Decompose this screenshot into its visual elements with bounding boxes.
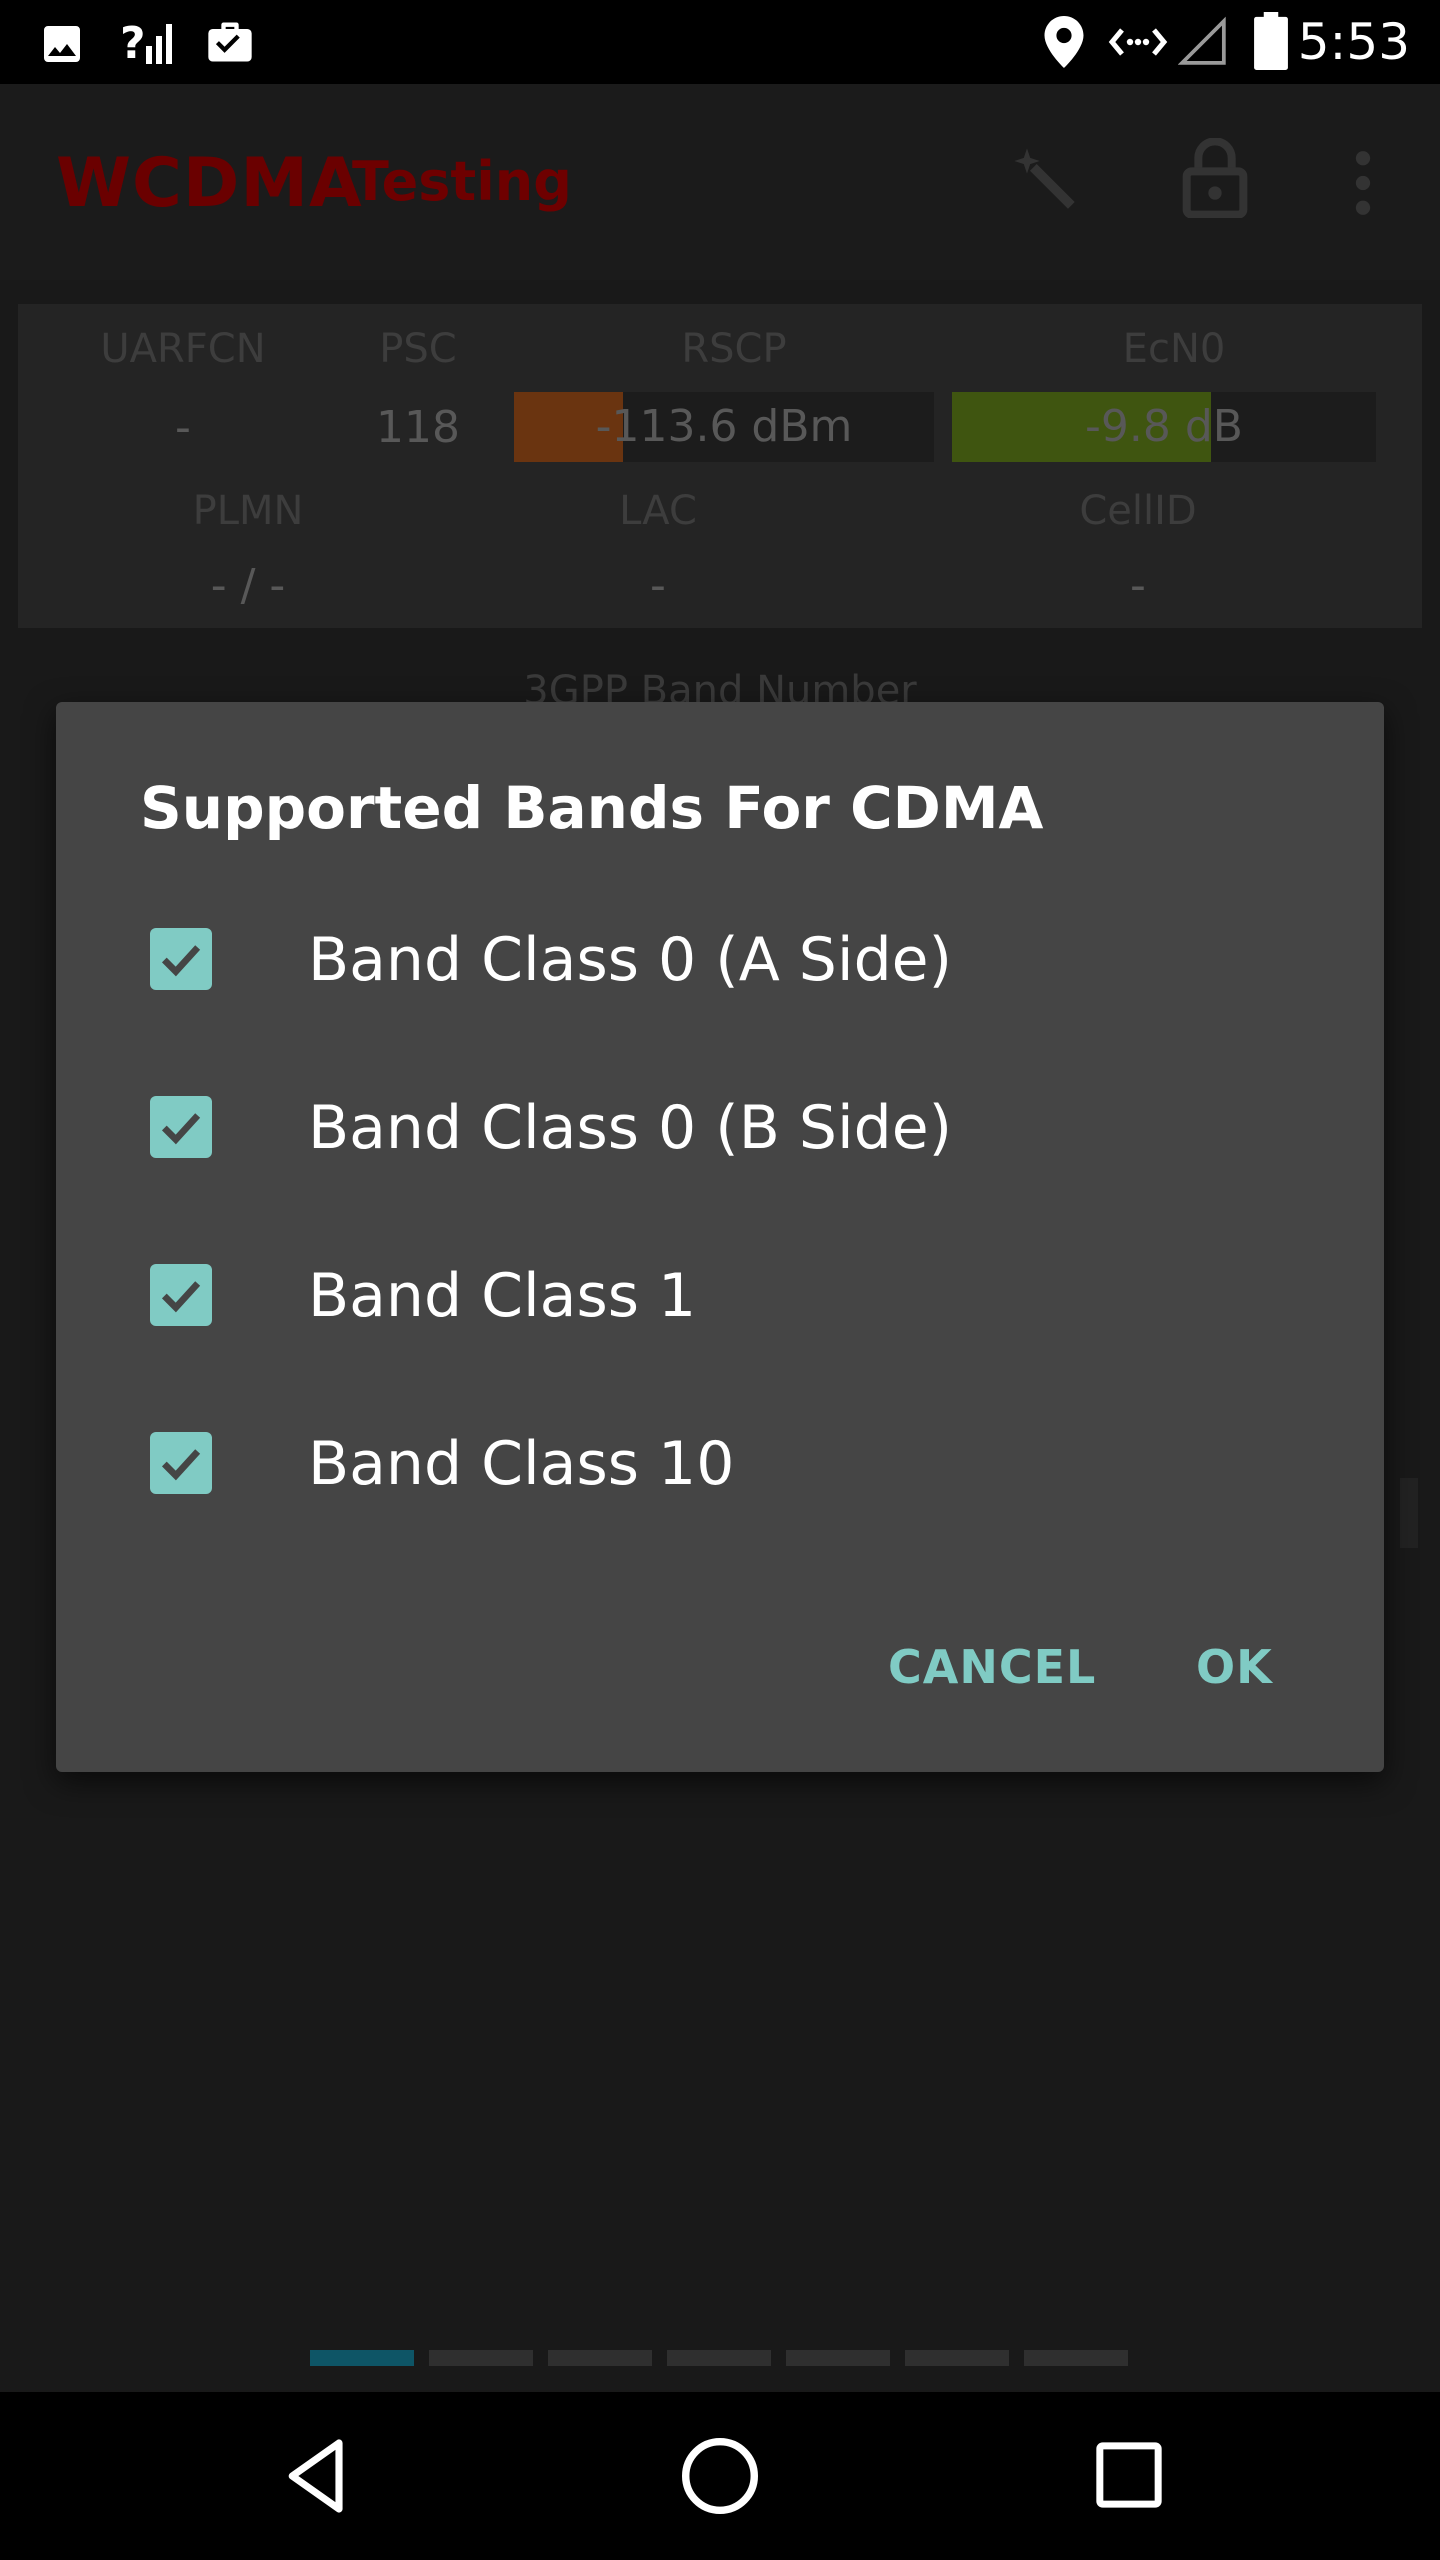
status-bar: ? 5:53 [0, 0, 1440, 84]
page-dot [1024, 2350, 1128, 2366]
cellid-value: - [1130, 560, 1146, 611]
supported-bands-dialog: Supported Bands For CDMA Band Class 0 (A… [56, 702, 1384, 1772]
band-checkbox[interactable] [150, 1096, 212, 1158]
app-bar: WCDMA Testing [0, 84, 1440, 280]
band-option-row[interactable]: Band Class 10 [56, 1384, 1384, 1534]
cell-info-panel: UARFCN PSC RSCP EcN0 - 118 -113.6 dBm -9… [18, 304, 1422, 628]
rscp-meter: -113.6 dBm [514, 392, 934, 462]
cell-signal-empty-icon [1178, 16, 1226, 65]
data-arrows-icon [1108, 28, 1168, 56]
svg-text:?: ? [120, 18, 146, 68]
image-icon [44, 26, 80, 62]
band-option-label: Band Class 10 [308, 1429, 735, 1499]
more-vert-icon[interactable] [1346, 150, 1380, 216]
page-dot [905, 2350, 1009, 2366]
check-icon [161, 945, 201, 977]
ecn0-label: EcN0 [1122, 326, 1226, 372]
check-icon [161, 1449, 201, 1481]
band-checkbox[interactable] [150, 1264, 212, 1326]
page-dot [310, 2350, 414, 2366]
lock-open-icon[interactable] [1180, 138, 1250, 218]
app-title: WCDMA [56, 144, 363, 223]
page-dot [548, 2350, 652, 2366]
band-option-label: Band Class 0 (B Side) [308, 1093, 953, 1163]
dialog-title: Supported Bands For CDMA [140, 774, 1044, 842]
plmn-label: PLMN [192, 488, 304, 534]
ok-button[interactable]: OK [1182, 1630, 1287, 1704]
check-icon [161, 1113, 201, 1145]
signal-unknown-icon: ? [120, 18, 172, 68]
cancel-button[interactable]: CANCEL [874, 1630, 1110, 1704]
recents-icon[interactable] [1094, 2440, 1164, 2510]
rscp-value: -113.6 dBm [595, 401, 853, 452]
navigation-bar [0, 2392, 1440, 2560]
clock: 5:53 [1297, 13, 1410, 71]
back-icon[interactable] [284, 2436, 350, 2516]
psc-label: PSC [379, 326, 457, 372]
ecn0-value: -9.8 dB [1085, 401, 1243, 452]
band-option-row[interactable]: Band Class 1 [56, 1216, 1384, 1366]
band-option-row[interactable]: Band Class 0 (B Side) [56, 1048, 1384, 1198]
cellid-label: CellID [1079, 488, 1197, 534]
page-dot [429, 2350, 533, 2366]
uarfcn-value: - [175, 402, 191, 453]
psc-value: 118 [376, 402, 460, 453]
battery-icon [1254, 12, 1288, 70]
briefcase-check-icon [208, 22, 252, 62]
uarfcn-label: UARFCN [100, 326, 266, 372]
band-checkbox[interactable] [150, 1432, 212, 1494]
band-checkbox[interactable] [150, 928, 212, 990]
page-dot [667, 2350, 771, 2366]
ecn0-meter: -9.8 dB [952, 392, 1376, 462]
location-icon [1044, 16, 1084, 68]
app-subtitle: Testing [352, 150, 572, 213]
check-icon [161, 1281, 201, 1313]
rscp-label: RSCP [681, 326, 787, 372]
background-field [1400, 1478, 1418, 1548]
magic-wand-icon[interactable] [1008, 142, 1084, 218]
plmn-value: - / - [210, 560, 286, 611]
band-option-label: Band Class 0 (A Side) [308, 925, 952, 995]
lac-value: - [650, 560, 666, 611]
page-dot [786, 2350, 890, 2366]
band-option-label: Band Class 1 [308, 1261, 697, 1331]
home-icon[interactable] [680, 2436, 760, 2516]
band-option-row[interactable]: Band Class 0 (A Side) [56, 880, 1384, 1030]
lac-label: LAC [619, 488, 697, 534]
